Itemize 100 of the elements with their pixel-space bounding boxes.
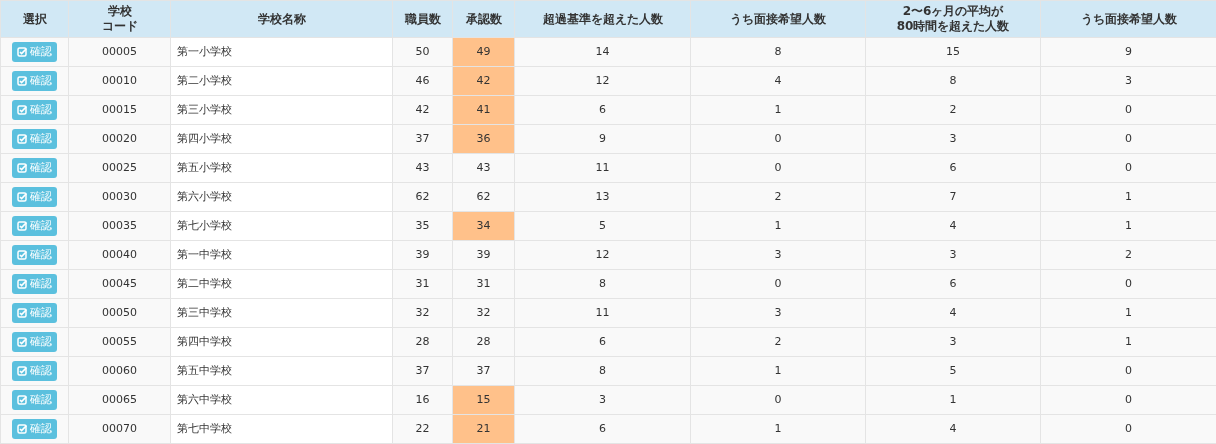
table-cell: 49 [452, 37, 515, 67]
column-header: 学校 [106, 4, 133, 19]
table-cell: 28 [452, 327, 515, 357]
table-cell: 第一中学校 [170, 240, 393, 270]
table-cell: 第三小学校 [170, 95, 393, 125]
table-cell: 00020 [68, 124, 171, 154]
table-cell: 0 [690, 269, 866, 299]
table-cell: 00060 [68, 356, 171, 386]
checkbox-icon [17, 394, 27, 405]
table-cell: 9 [514, 124, 691, 154]
confirm-button[interactable]: 確認 [12, 273, 57, 294]
table-cell: 8 [690, 37, 866, 67]
table-cell: 6 [514, 327, 691, 357]
confirm-button[interactable]: 確認 [12, 157, 57, 178]
checkbox-icon [17, 46, 27, 57]
confirm-button[interactable]: 確認 [12, 302, 57, 323]
table-cell: 00035 [68, 211, 171, 241]
table-cell: 00030 [68, 182, 171, 212]
confirm-button[interactable]: 確認 [12, 389, 57, 410]
table-cell: 00045 [68, 269, 171, 299]
table-cell: 34 [452, 211, 515, 241]
table-cell: 50 [392, 37, 453, 67]
table-cell: 00025 [68, 153, 171, 183]
table-cell: 11 [514, 298, 691, 328]
table-cell: 4 [690, 66, 866, 96]
table-cell: 3 [865, 327, 1041, 357]
table-cell: 28 [392, 327, 453, 357]
table-cell: 第二小学校 [170, 66, 393, 96]
table-cell: 第六小学校 [170, 182, 393, 212]
table-cell: 1 [690, 356, 866, 386]
table-cell: 第一小学校 [170, 37, 393, 67]
table-cell: 1 [690, 95, 866, 125]
table-cell: 00070 [68, 414, 171, 444]
table-cell: 41 [452, 95, 515, 125]
confirm-button[interactable]: 確認 [12, 244, 57, 265]
checkbox-icon [17, 249, 27, 260]
column-header: うち面接希望人数 [1079, 11, 1178, 27]
table-cell: 11 [514, 153, 691, 183]
table-cell: 22 [392, 414, 453, 444]
column-header: 超過基準を超えた人数 [541, 11, 664, 27]
table-cell: 15 [865, 37, 1041, 67]
table-cell: 00010 [68, 66, 171, 96]
table-cell: 第六中学校 [170, 385, 393, 415]
table-cell: 46 [392, 66, 453, 96]
table-cell: 8 [514, 356, 691, 386]
table-cell: 43 [452, 153, 515, 183]
confirm-button[interactable]: 確認 [12, 418, 57, 439]
table-cell: 3 [690, 240, 866, 270]
table-cell: 4 [865, 298, 1041, 328]
table-cell: 4 [865, 211, 1041, 241]
table-cell: 7 [865, 182, 1041, 212]
table-cell: 42 [452, 66, 515, 96]
table-cell: 3 [514, 385, 691, 415]
table-cell: 第四小学校 [170, 124, 393, 154]
column-header: うち面接希望人数 [729, 11, 827, 27]
checkbox-icon [17, 365, 27, 376]
confirm-button[interactable]: 確認 [12, 331, 57, 352]
confirm-button[interactable]: 確認 [12, 41, 57, 62]
table-cell: 8 [865, 66, 1041, 96]
checkbox-icon [17, 162, 27, 173]
confirm-button[interactable]: 確認 [12, 186, 57, 207]
table-cell: 6 [514, 95, 691, 125]
column-header: 2〜6ヶ月の平均が [901, 4, 1005, 19]
table-cell: 3 [865, 124, 1041, 154]
table-cell: 14 [514, 37, 691, 67]
table-cell: 37 [392, 124, 453, 154]
column-header: 80時間を超えた人数 [895, 19, 1011, 34]
checkbox-icon [17, 278, 27, 289]
confirm-button[interactable]: 確認 [12, 360, 57, 381]
table-cell: 3 [865, 240, 1041, 270]
table-cell: 62 [452, 182, 515, 212]
table-cell: 2 [690, 182, 866, 212]
table-cell: 36 [452, 124, 515, 154]
table-cell: 5 [514, 211, 691, 241]
confirm-button[interactable]: 確認 [12, 99, 57, 120]
table-cell: 31 [392, 269, 453, 299]
table-cell: 第二中学校 [170, 269, 393, 299]
table-cell: 32 [452, 298, 515, 328]
table-cell: 12 [514, 66, 691, 96]
confirm-button[interactable]: 確認 [12, 215, 57, 236]
column-header: 選択 [21, 11, 48, 27]
column-header: コード [100, 19, 139, 34]
table-cell: 4 [865, 414, 1041, 444]
table-cell: 37 [452, 356, 515, 386]
table-cell: 00065 [68, 385, 171, 415]
table-cell: 0 [690, 124, 866, 154]
checkbox-icon [17, 133, 27, 144]
table-cell: 32 [392, 298, 453, 328]
table-cell: 第七小学校 [170, 211, 393, 241]
table-cell: 第五中学校 [170, 356, 393, 386]
checkbox-icon [17, 104, 27, 115]
table-cell: 5 [865, 356, 1041, 386]
table-cell: 6 [865, 153, 1041, 183]
table-cell: 第三中学校 [170, 298, 393, 328]
confirm-button[interactable]: 確認 [12, 70, 57, 91]
confirm-button[interactable]: 確認 [12, 128, 57, 149]
table-cell: 43 [392, 153, 453, 183]
column-header: 職員数 [403, 11, 442, 27]
table-cell: 3 [690, 298, 866, 328]
table-cell: 1 [690, 414, 866, 444]
